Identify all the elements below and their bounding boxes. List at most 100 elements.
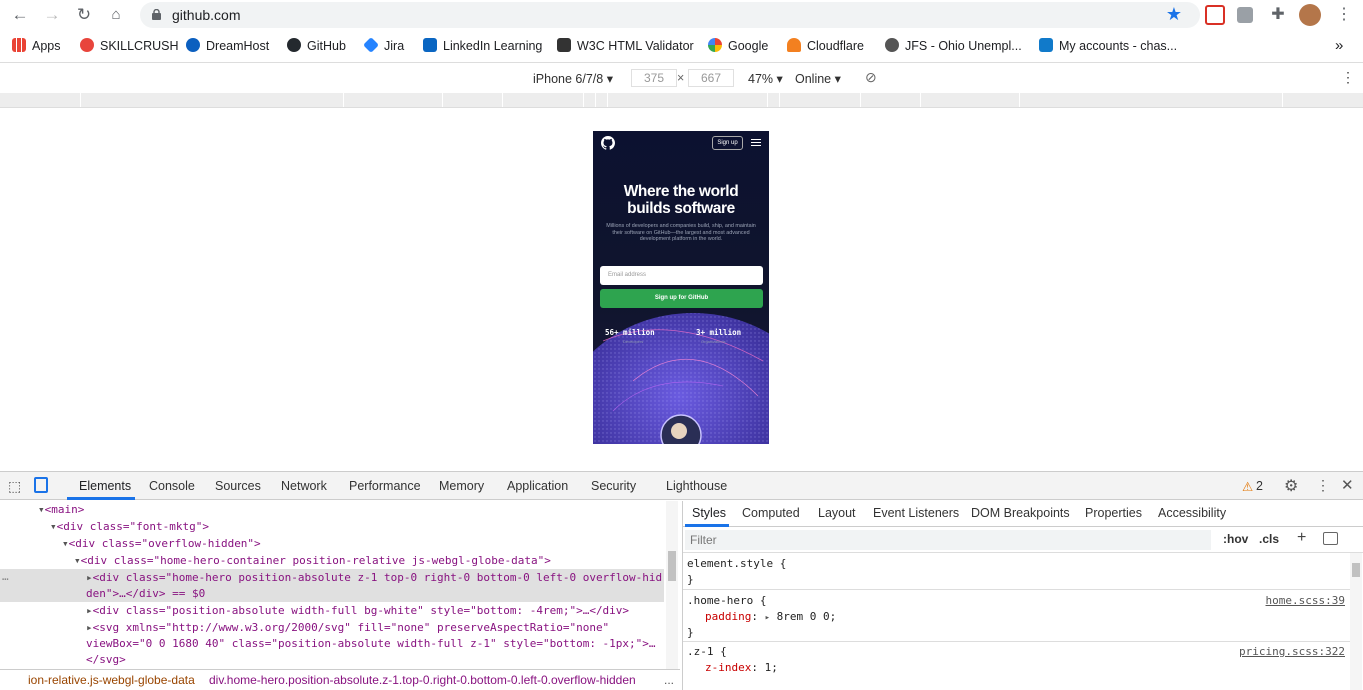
- devtools-more-icon[interactable]: ⋮: [1316, 477, 1330, 494]
- toggle-sidebar-icon[interactable]: [1323, 532, 1338, 545]
- breadcrumb-item-active[interactable]: div.home-hero.position-absolute.z-1.top-…: [209, 670, 636, 690]
- tab-accessibility[interactable]: Accessibility: [1158, 506, 1226, 520]
- new-rule-icon[interactable]: +: [1297, 529, 1306, 547]
- home-icon[interactable]: ⌂: [105, 4, 127, 26]
- tab-lighthouse[interactable]: Lighthouse: [666, 479, 727, 493]
- breadcrumb-more[interactable]: ...: [664, 670, 674, 690]
- lock-icon: [152, 9, 161, 20]
- bookmark-apps[interactable]: Apps: [12, 38, 61, 54]
- bookmark-star-icon[interactable]: ★: [1166, 4, 1182, 25]
- device-more-icon[interactable]: ⋮: [1341, 69, 1355, 86]
- tab-network[interactable]: Network: [281, 479, 327, 493]
- z1-selector[interactable]: .z-1 {: [687, 645, 727, 658]
- extension-icon[interactable]: [1237, 7, 1253, 23]
- hamburger-menu-icon[interactable]: [751, 137, 761, 147]
- cloudflare-icon: [787, 38, 801, 52]
- emulated-viewport: Sign up Where the world builds software …: [0, 109, 1363, 471]
- tab-security[interactable]: Security: [591, 479, 636, 493]
- tab-performance[interactable]: Performance: [349, 479, 421, 493]
- warning-icon[interactable]: ⚠: [1242, 479, 1253, 494]
- element-style-selector[interactable]: element.style {: [687, 557, 786, 570]
- dom-node-font-mktg[interactable]: ▾<div class="font-mktg">: [50, 519, 209, 535]
- linkedin-icon: [423, 38, 437, 52]
- globe-icon: [885, 38, 899, 52]
- address-bar[interactable]: github.com ★: [140, 2, 1200, 28]
- bookmark-my-accounts[interactable]: My accounts - chas...: [1039, 38, 1177, 54]
- tab-dom-breakpoints[interactable]: DOM Breakpoints: [971, 506, 1070, 520]
- rotate-icon[interactable]: ⊘: [865, 69, 877, 86]
- stat-developers-label: Developers: [623, 339, 644, 344]
- close-icon[interactable]: ✕: [1341, 476, 1354, 494]
- tab-styles[interactable]: Styles: [692, 506, 726, 520]
- tab-event-listeners[interactable]: Event Listeners: [873, 506, 959, 520]
- zindex-declaration[interactable]: z-index: 1;: [705, 661, 778, 674]
- back-icon[interactable]: ←: [9, 4, 31, 26]
- z1-source-link[interactable]: pricing.scss:322: [1239, 645, 1345, 658]
- dom-node-home-hero-cont[interactable]: den">…</div> == $0: [86, 586, 205, 602]
- inspect-element-icon[interactable]: ⬚: [8, 478, 21, 495]
- bookmark-github[interactable]: GitHub: [287, 38, 346, 54]
- zoom-select[interactable]: 47% ▾: [748, 71, 783, 86]
- breadcrumb-item[interactable]: ion-relative.js-webgl-globe-data: [28, 670, 195, 690]
- expand-arrow-icon[interactable]: ▸: [765, 613, 770, 623]
- bookmark-dreamhost[interactable]: DreamHost: [186, 38, 269, 54]
- dom-node-overflow-hidden[interactable]: ▾<div class="overflow-hidden">: [62, 536, 261, 552]
- styles-tabbar: Styles Computed Layout Event Listeners D…: [683, 501, 1363, 527]
- cls-toggle[interactable]: .cls: [1259, 532, 1279, 546]
- home-hero-source-link[interactable]: home.scss:39: [1266, 594, 1345, 607]
- padding-declaration[interactable]: padding: ▸ 8rem 0 0;: [705, 610, 836, 623]
- dom-node-svg[interactable]: ▸<svg xmlns="http://www.w3.org/2000/svg"…: [86, 620, 609, 636]
- bookmark-skillcrush[interactable]: SKILLCRUSH: [80, 38, 179, 54]
- reload-icon[interactable]: ↻: [73, 4, 95, 26]
- dom-node-home-hero[interactable]: ▸<div class="home-hero position-absolute…: [86, 570, 662, 586]
- dreamhost-icon: [186, 38, 200, 52]
- bookmark-cloudflare[interactable]: Cloudflare: [787, 38, 864, 54]
- signup-button[interactable]: Sign up: [712, 136, 743, 150]
- email-input[interactable]: Email address: [600, 266, 763, 285]
- tab-layout[interactable]: Layout: [818, 506, 856, 520]
- dom-node-bg-white[interactable]: ▸<div class="position-absolute width-ful…: [86, 603, 629, 619]
- dom-node-svg-cont[interactable]: viewBox="0 0 1680 40" class="position-ab…: [86, 636, 656, 652]
- bookmark-w3c-validator[interactable]: W3C HTML Validator: [557, 38, 694, 54]
- device-toggle-icon[interactable]: [34, 477, 48, 493]
- avatar[interactable]: [1299, 4, 1321, 26]
- tab-computed[interactable]: Computed: [742, 506, 800, 520]
- height-input[interactable]: 667: [688, 69, 734, 87]
- elements-scrollbar[interactable]: [666, 501, 678, 669]
- puzzle-icon[interactable]: ✚: [1268, 5, 1288, 25]
- browser-toolbar: ← → ↻ ⌂ github.com ★ ✚ ⋮: [0, 0, 1363, 30]
- dom-node-hero-container[interactable]: ▾<div class="home-hero-container positio…: [74, 553, 551, 569]
- dom-node-main[interactable]: ▾<main>: [38, 502, 84, 518]
- bookmark-google[interactable]: Google: [708, 38, 768, 54]
- styles-filter-input[interactable]: Filter: [685, 530, 1211, 550]
- stat-organizations-label: Organizations: [701, 339, 726, 344]
- dom-node-svg-close[interactable]: </svg>: [86, 652, 126, 668]
- tab-console[interactable]: Console: [149, 479, 195, 493]
- active-tab-indicator: [67, 497, 135, 500]
- network-throttle-select[interactable]: Online ▾: [795, 71, 841, 86]
- github-logo-icon[interactable]: [601, 136, 615, 150]
- breadcrumb: ion-relative.js-webgl-globe-data div.hom…: [0, 669, 680, 690]
- stat-developers-value: 56+ million: [605, 328, 655, 337]
- home-hero-selector[interactable]: .home-hero {: [687, 594, 766, 607]
- styles-scrollbar[interactable]: [1350, 553, 1362, 690]
- menu-icon[interactable]: ⋮: [1334, 5, 1354, 25]
- bookmark-linkedin-learning[interactable]: LinkedIn Learning: [423, 38, 542, 54]
- tab-memory[interactable]: Memory: [439, 479, 484, 493]
- extension-icon[interactable]: [1205, 5, 1225, 25]
- hov-toggle[interactable]: :hov: [1223, 532, 1248, 546]
- tab-application[interactable]: Application: [507, 479, 568, 493]
- settings-gear-icon[interactable]: ⚙: [1284, 476, 1298, 496]
- bookmark-jfs-ohio[interactable]: JFS - Ohio Unempl...: [885, 38, 1022, 54]
- device-select[interactable]: iPhone 6/7/8 ▾: [533, 71, 613, 86]
- tab-sources[interactable]: Sources: [215, 479, 261, 493]
- tab-elements[interactable]: Elements: [79, 479, 131, 493]
- more-bookmarks-icon[interactable]: »: [1335, 38, 1343, 54]
- forward-icon[interactable]: →: [41, 4, 63, 26]
- bookmark-jira[interactable]: Jira: [363, 37, 404, 54]
- tab-properties[interactable]: Properties: [1085, 506, 1142, 520]
- width-input[interactable]: 375: [631, 69, 677, 87]
- signup-github-button[interactable]: Sign up for GitHub: [600, 289, 763, 308]
- url-text[interactable]: github.com: [172, 7, 240, 23]
- node-ellipsis-icon[interactable]: …: [2, 569, 9, 585]
